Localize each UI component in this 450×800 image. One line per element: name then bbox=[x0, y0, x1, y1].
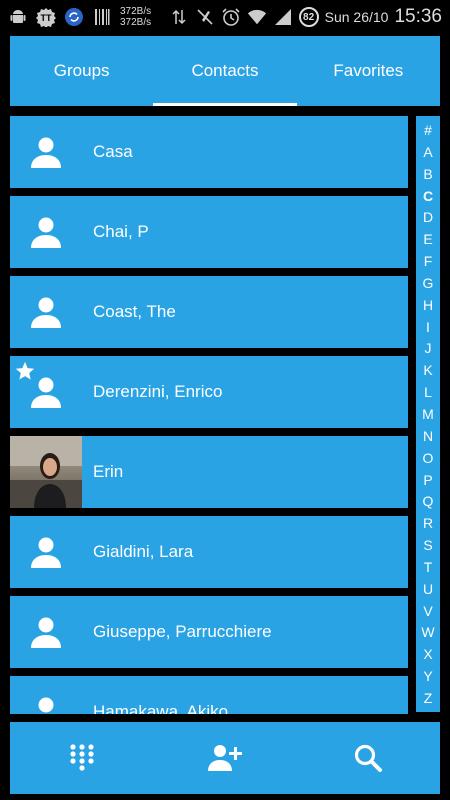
person-icon bbox=[31, 297, 61, 328]
svg-text:TT: TT bbox=[41, 13, 52, 23]
alphabet-letter[interactable]: M bbox=[422, 406, 434, 422]
person-icon bbox=[38, 697, 54, 713]
contact-name: Chai, P bbox=[93, 222, 149, 241]
signal-icon bbox=[273, 7, 293, 27]
person-icon bbox=[31, 617, 61, 648]
data-transfer-icon bbox=[169, 7, 189, 27]
contact-row[interactable]: Gialdini, Lara bbox=[10, 516, 408, 588]
contact-name: Gialdini, Lara bbox=[93, 542, 194, 561]
android-icon bbox=[8, 7, 28, 27]
wifi-icon bbox=[247, 7, 267, 27]
contact-row[interactable]: Hamakawa, Akiko bbox=[10, 676, 408, 714]
alphabet-letter[interactable]: A bbox=[423, 144, 432, 160]
contact-name: Derenzini, Enrico bbox=[93, 382, 223, 401]
contact-row[interactable]: Chai, P bbox=[10, 196, 408, 268]
alphabet-letter[interactable]: U bbox=[423, 581, 433, 597]
alarm-icon bbox=[221, 7, 241, 27]
contact-row[interactable]: Coast, The bbox=[10, 276, 408, 348]
alphabet-letter[interactable]: X bbox=[423, 646, 432, 662]
person-icon bbox=[31, 537, 61, 568]
avatar bbox=[10, 276, 82, 348]
alphabet-letter[interactable]: O bbox=[423, 450, 434, 466]
alphabet-letter[interactable]: Q bbox=[423, 493, 434, 509]
avatar bbox=[10, 676, 82, 714]
status-time: 15:36 bbox=[394, 6, 442, 27]
alphabet-letter[interactable]: N bbox=[423, 428, 433, 444]
barcode-icon bbox=[92, 7, 112, 27]
contact-row[interactable]: Casa bbox=[10, 116, 408, 188]
alphabet-letter[interactable]: C bbox=[423, 188, 433, 204]
contact-name: Giuseppe, Parrucchiere bbox=[93, 622, 272, 641]
alphabet-letter[interactable]: I bbox=[426, 319, 430, 335]
avatar bbox=[10, 196, 82, 268]
dialpad-icon bbox=[70, 744, 94, 771]
avatar bbox=[10, 116, 82, 188]
avatar bbox=[10, 596, 82, 668]
tab-label: Contacts bbox=[191, 61, 259, 80]
mute-icon bbox=[195, 7, 215, 27]
avatar bbox=[10, 356, 82, 428]
status-bar: TT 372B/s 372B/s 82 Sun 26/10 15:36 bbox=[0, 0, 450, 34]
tab-bar: Groups Contacts Favorites bbox=[10, 36, 440, 106]
alphabet-letter[interactable]: V bbox=[423, 603, 432, 619]
alphabet-letter[interactable]: K bbox=[423, 362, 432, 378]
alphabet-letter[interactable]: T bbox=[424, 559, 433, 575]
tab-groups[interactable]: Groups bbox=[10, 36, 153, 106]
alphabet-letter[interactable]: S bbox=[423, 537, 432, 553]
contact-name: Coast, The bbox=[93, 302, 176, 321]
alphabet-letter[interactable]: J bbox=[425, 340, 432, 356]
alphabet-letter[interactable]: # bbox=[424, 122, 432, 138]
tab-label: Groups bbox=[53, 61, 110, 80]
alphabet-letter[interactable]: F bbox=[424, 253, 433, 269]
contact-photo bbox=[10, 436, 82, 508]
tab-label: Favorites bbox=[333, 61, 404, 80]
contact-row[interactable]: Erin bbox=[10, 436, 408, 508]
contact-name: Hamakawa, Akiko bbox=[93, 702, 229, 714]
search-button[interactable] bbox=[297, 722, 440, 794]
tab-favorites[interactable]: Favorites bbox=[297, 36, 440, 106]
contact-row[interactable]: Derenzini, Enrico bbox=[10, 356, 408, 428]
star-icon bbox=[15, 361, 35, 380]
alphabet-letter[interactable]: W bbox=[421, 624, 434, 640]
alphabet-letter[interactable]: Y bbox=[423, 668, 432, 684]
alphabet-index[interactable]: # A B C D E F G H I J K L M N O P Q R S T U V W X Y Z bbox=[416, 116, 440, 712]
contact-list[interactable]: Casa Chai, P Coast, The Derenzini, Enric… bbox=[10, 116, 408, 714]
alphabet-letter[interactable]: R bbox=[423, 515, 433, 531]
alphabet-letter[interactable]: B bbox=[423, 166, 432, 182]
battery-indicator: 82 bbox=[298, 7, 319, 27]
alphabet-letter[interactable]: E bbox=[423, 231, 432, 247]
sync-icon bbox=[64, 7, 84, 27]
alphabet-letter[interactable]: H bbox=[423, 297, 433, 313]
dialpad-button[interactable] bbox=[10, 722, 153, 794]
avatar bbox=[10, 516, 82, 588]
alphabet-letter[interactable]: Z bbox=[424, 690, 433, 706]
alphabet-letter[interactable]: L bbox=[424, 384, 432, 400]
alphabet-letter[interactable]: P bbox=[423, 472, 432, 488]
contact-name: Casa bbox=[93, 142, 133, 161]
status-date: Sun 26/10 bbox=[324, 9, 389, 25]
app-t-icon: TT bbox=[36, 7, 56, 27]
alphabet-letter[interactable]: G bbox=[423, 275, 434, 291]
search-icon bbox=[355, 744, 383, 772]
alphabet-letter[interactable]: D bbox=[423, 209, 433, 225]
contact-row[interactable]: Giuseppe, Parrucchiere bbox=[10, 596, 408, 668]
person-icon bbox=[31, 137, 61, 168]
tab-contacts[interactable]: Contacts bbox=[153, 36, 297, 106]
add-contact-icon bbox=[207, 745, 242, 771]
network-speed: 372B/s 372B/s bbox=[120, 6, 152, 28]
add-contact-button[interactable] bbox=[153, 722, 296, 794]
bottom-action-bar bbox=[10, 722, 440, 794]
contact-name: Erin bbox=[93, 462, 124, 481]
person-icon bbox=[31, 217, 61, 248]
